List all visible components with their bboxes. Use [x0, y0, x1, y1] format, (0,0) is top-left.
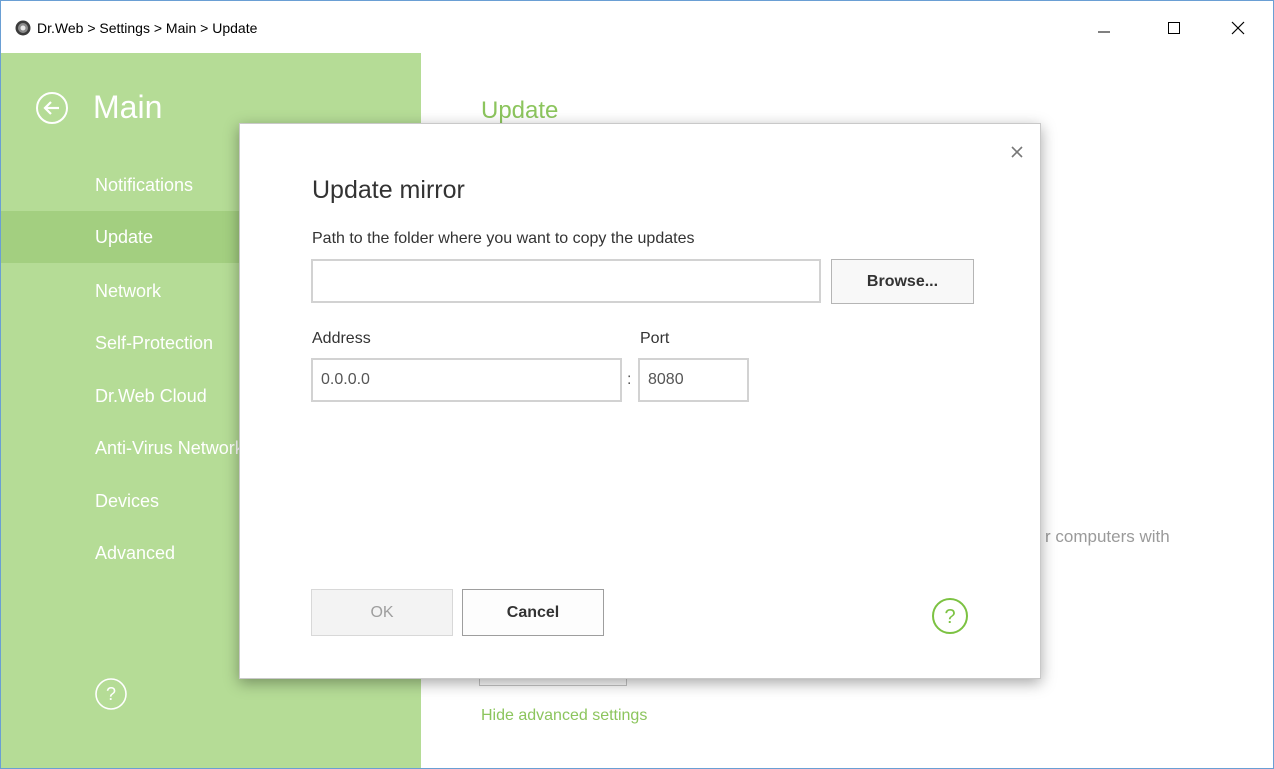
- drweb-logo-icon: [15, 20, 31, 36]
- minimize-icon: [1098, 31, 1110, 33]
- help-icon[interactable]: ?: [931, 597, 969, 635]
- update-mirror-dialog: Update mirror Path to the folder where y…: [239, 123, 1041, 679]
- hide-advanced-settings-link[interactable]: Hide advanced settings: [481, 707, 647, 725]
- port-label: Port: [640, 330, 670, 347]
- maximize-icon: [1168, 22, 1180, 34]
- path-input[interactable]: [311, 259, 821, 303]
- cancel-button[interactable]: Cancel: [462, 589, 604, 636]
- dialog-close-button[interactable]: [1006, 141, 1028, 163]
- dialog-title: Update mirror: [312, 176, 465, 204]
- background-description-text: r computers with: [1045, 527, 1170, 546]
- ok-button[interactable]: OK: [311, 589, 453, 636]
- path-label: Path to the folder where you want to cop…: [312, 230, 695, 247]
- page-title: Update: [481, 97, 559, 124]
- address-port-separator: :: [627, 371, 632, 388]
- address-label: Address: [312, 330, 371, 347]
- address-input[interactable]: [311, 358, 622, 402]
- svg-text:?: ?: [106, 684, 116, 704]
- help-glyph: ?: [944, 606, 955, 628]
- maximize-button[interactable]: [1151, 7, 1197, 49]
- app-window: Dr.Web > Settings > Main > Update Main N…: [0, 0, 1274, 769]
- sidebar-title: Main: [93, 89, 163, 125]
- browse-button[interactable]: Browse...: [831, 259, 974, 304]
- help-icon[interactable]: ?: [94, 677, 128, 711]
- title-bar: Dr.Web > Settings > Main > Update: [1, 1, 1273, 53]
- back-arrow-icon[interactable]: [35, 91, 69, 125]
- port-input[interactable]: [638, 358, 749, 402]
- close-icon: [1231, 21, 1245, 35]
- close-icon: [1011, 146, 1023, 158]
- window-title: Dr.Web > Settings > Main > Update: [37, 20, 258, 36]
- minimize-button[interactable]: [1081, 7, 1127, 49]
- close-window-button[interactable]: [1215, 7, 1261, 49]
